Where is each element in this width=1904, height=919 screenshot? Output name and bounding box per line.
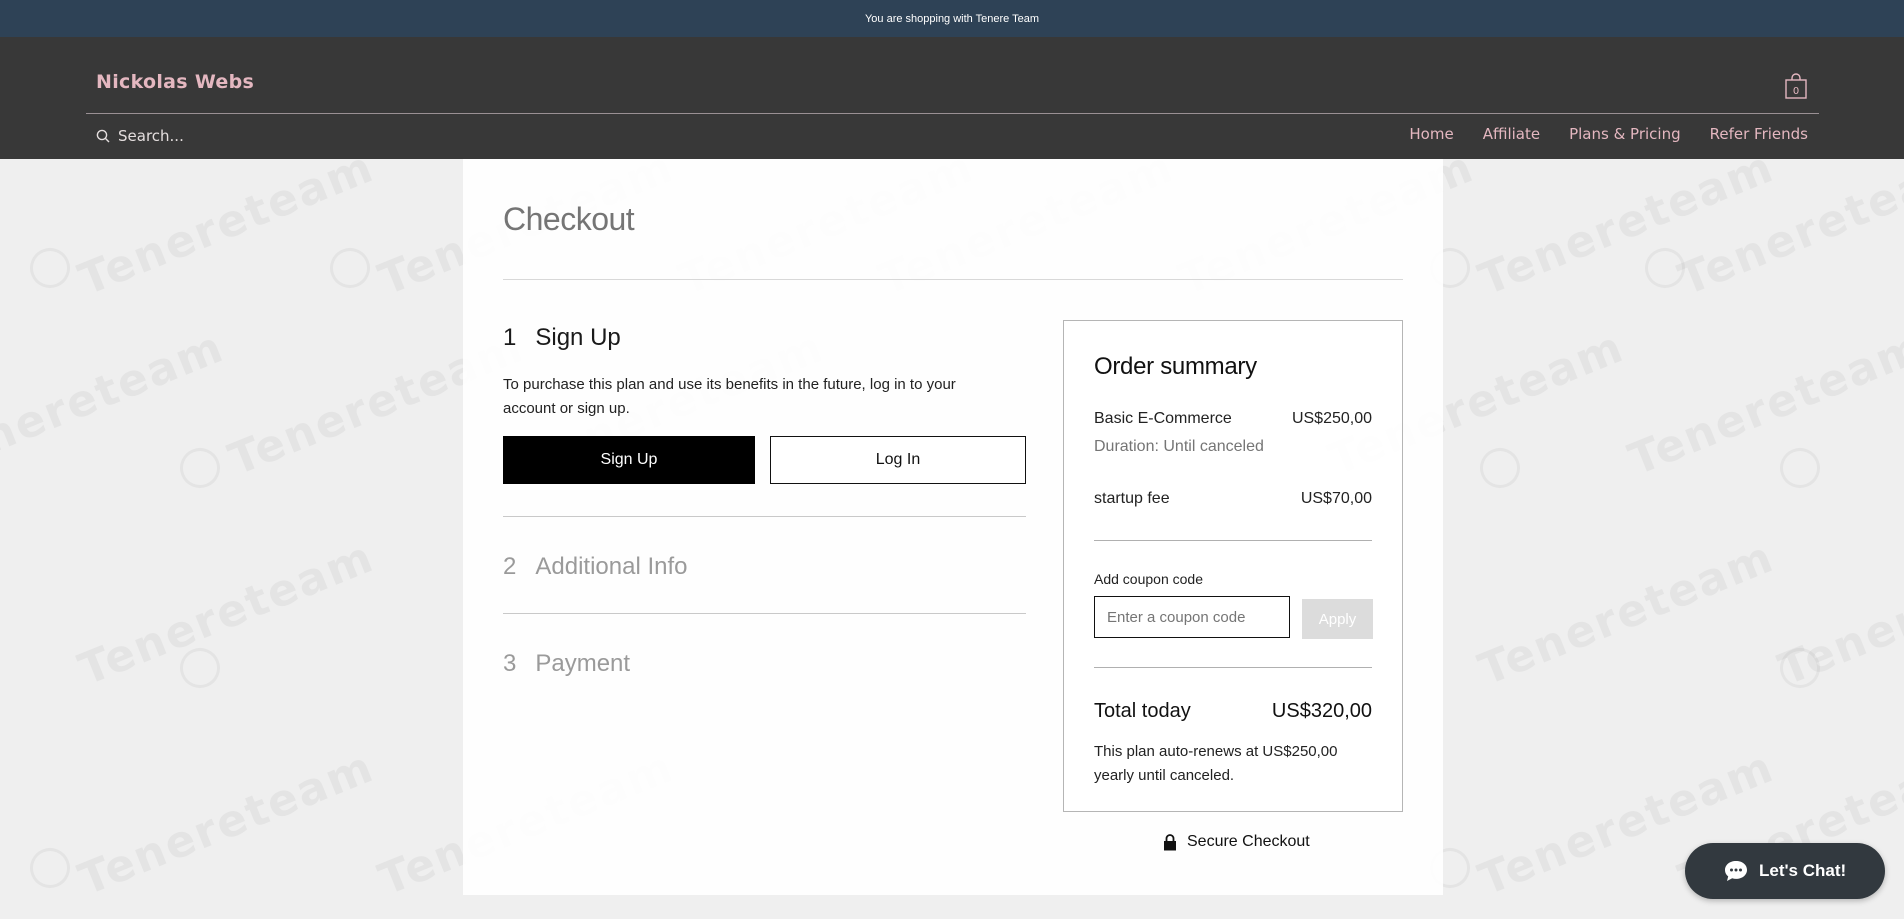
sign-up-description: To purchase this plan and use its benefi… bbox=[503, 376, 956, 417]
site-header: Nickolas Webs 0 Home Affiliate Plans & P… bbox=[0, 37, 1904, 159]
watermark-seal-icon bbox=[23, 241, 77, 295]
total-row: Total today US$320,00 bbox=[1094, 700, 1372, 723]
nav-home[interactable]: Home bbox=[1409, 125, 1453, 143]
site-logo[interactable]: Nickolas Webs bbox=[96, 71, 254, 93]
step-additional-info: 2 Additional Info bbox=[503, 553, 687, 581]
step-sign-up: 1 Sign Up bbox=[503, 324, 621, 352]
step-number: 2 bbox=[503, 553, 517, 580]
search-icon bbox=[96, 129, 110, 143]
total-label: Total today bbox=[1094, 700, 1191, 722]
watermark-seal-icon bbox=[1473, 441, 1527, 495]
summary-divider bbox=[1094, 540, 1372, 541]
watermark-text: Tenereteam bbox=[72, 531, 381, 696]
main-nav: Home Affiliate Plans & Pricing Refer Fri… bbox=[1409, 125, 1808, 143]
step-label: Sign Up bbox=[535, 324, 621, 351]
summary-divider bbox=[1094, 667, 1372, 668]
watermark-text: Tenereteam bbox=[1622, 321, 1904, 486]
step-divider bbox=[503, 613, 1026, 614]
sign-up-button[interactable]: Sign Up bbox=[503, 436, 755, 484]
search-input[interactable] bbox=[118, 127, 358, 145]
coupon-label: Add coupon code bbox=[1094, 571, 1203, 587]
secure-checkout: Secure Checkout bbox=[1163, 833, 1310, 851]
order-summary-title: Order summary bbox=[1094, 353, 1257, 380]
watermark-text: Tenereteam bbox=[72, 158, 381, 306]
shopping-bag-icon: 0 bbox=[1785, 73, 1807, 99]
log-in-button[interactable]: Log In bbox=[770, 436, 1026, 484]
watermark-text: Tenereteam bbox=[72, 741, 381, 906]
fee-name: startup fee bbox=[1094, 490, 1170, 507]
fee-price: US$70,00 bbox=[1300, 490, 1372, 507]
line-item-plan: Basic E-Commerce US$250,00 bbox=[1094, 410, 1372, 428]
cart-button[interactable]: 0 bbox=[1785, 73, 1807, 99]
watermark-seal-icon bbox=[23, 841, 77, 895]
plan-name: Basic E-Commerce bbox=[1094, 410, 1232, 427]
secure-checkout-label: Secure Checkout bbox=[1187, 833, 1310, 850]
apply-coupon-button[interactable]: Apply bbox=[1302, 599, 1373, 639]
watermark-seal-icon bbox=[323, 241, 377, 295]
total-value: US$320,00 bbox=[1271, 700, 1372, 722]
plan-duration: Duration: Until canceled bbox=[1094, 438, 1264, 455]
title-divider bbox=[503, 279, 1403, 280]
auto-renew-note: This plan auto-renews at US$250,00 yearl… bbox=[1094, 743, 1338, 784]
order-summary: Order summary Basic E-Commerce US$250,00… bbox=[1063, 320, 1403, 812]
watermark-seal-icon bbox=[173, 441, 227, 495]
chat-label: Let's Chat! bbox=[1759, 861, 1847, 880]
chat-button[interactable]: Let's Chat! bbox=[1685, 843, 1885, 899]
nav-plans-pricing[interactable]: Plans & Pricing bbox=[1569, 125, 1681, 143]
cart-count: 0 bbox=[1793, 86, 1799, 97]
step-number: 1 bbox=[503, 324, 517, 351]
line-item-fee: startup fee US$70,00 bbox=[1094, 490, 1372, 508]
announcement-text: You are shopping with Tenere Team bbox=[864, 12, 1040, 25]
announcement-bar: You are shopping with Tenere Team bbox=[0, 0, 1904, 37]
checkout-panel: Checkout 1 Sign Up To purchase this plan… bbox=[463, 159, 1443, 895]
plan-price: US$250,00 bbox=[1291, 410, 1372, 427]
coupon-input[interactable] bbox=[1094, 596, 1290, 638]
step-label: Payment bbox=[535, 650, 631, 677]
page-title: Checkout bbox=[503, 201, 635, 237]
chat-bubble-icon bbox=[1725, 861, 1747, 881]
header-divider bbox=[86, 113, 1819, 114]
step-number: 3 bbox=[503, 650, 517, 677]
step-payment: 3 Payment bbox=[503, 650, 630, 678]
search-bar bbox=[96, 127, 358, 145]
step-divider bbox=[503, 516, 1026, 517]
nav-affiliate[interactable]: Affiliate bbox=[1483, 125, 1540, 143]
lock-icon bbox=[1164, 834, 1176, 851]
step-label: Additional Info bbox=[535, 553, 688, 580]
watermark-text: Tenereteam bbox=[1472, 531, 1781, 696]
nav-refer-friends[interactable]: Refer Friends bbox=[1710, 125, 1808, 143]
watermark-seal-icon bbox=[1773, 441, 1827, 495]
